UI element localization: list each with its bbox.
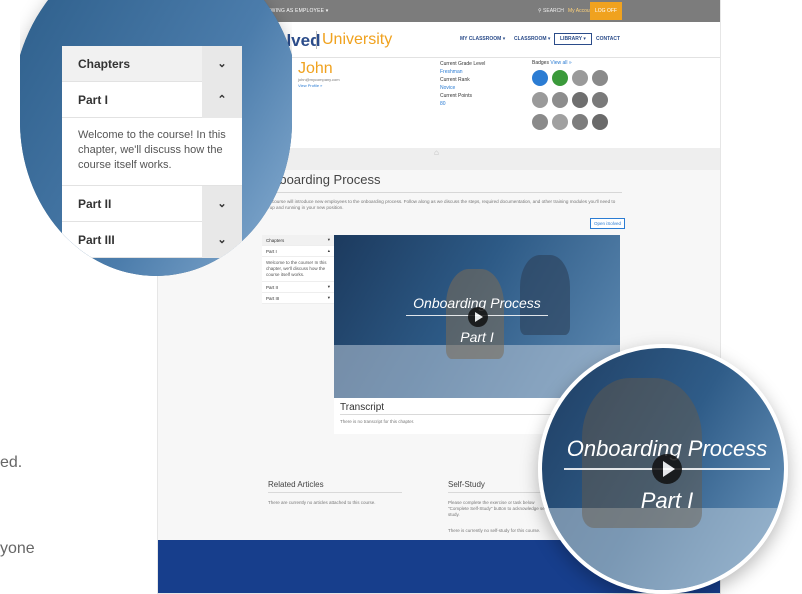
related-articles-text: There are currently no articles attached… <box>268 500 376 505</box>
chapters-label: Chapters <box>78 56 131 71</box>
chevron-down-icon[interactable]: ⌄ <box>202 45 242 82</box>
home-icon[interactable]: ⌂ <box>434 148 439 157</box>
grade-label: Current Grade Level <box>440 61 486 67</box>
points-value: 80 <box>440 101 446 107</box>
chevron-down-icon[interactable]: ⌄ <box>202 185 242 222</box>
related-articles-heading: Related Articles <box>268 480 324 489</box>
video-title-line2: Part I <box>460 329 494 345</box>
points-label: Current Points <box>440 93 472 99</box>
chapters-magnifier: Chapters ⌄ Part I ⌃ Welcome to the cours… <box>20 0 292 276</box>
grade-value: Freshman <box>440 69 463 75</box>
rank-value: Novice <box>440 85 456 91</box>
chapter-label: Part I <box>78 92 109 107</box>
rank-label: Current Rank <box>440 77 470 83</box>
video-title-line2: Part I <box>640 488 694 513</box>
badge-icon[interactable] <box>572 92 588 108</box>
view-profile-link[interactable]: View Profile » <box>298 83 322 88</box>
side-text-fragment: yone <box>0 540 35 557</box>
chapter-description: Welcome to the course! In this chapter, … <box>62 118 242 186</box>
badge-icon[interactable] <box>592 92 608 108</box>
badge-icon[interactable] <box>592 114 608 130</box>
nav-my-classroom[interactable]: MY CLASSROOM ▾ <box>460 36 505 42</box>
self-study-heading: Self-Study <box>448 480 485 489</box>
video-player[interactable]: Onboarding Process Part I <box>334 235 620 398</box>
chapter-label: Part III <box>266 295 280 301</box>
badges-label: Badges <box>532 60 549 66</box>
user-email: john@mycompany.com <box>298 77 340 82</box>
badges-view-all-link[interactable]: View all » <box>550 60 571 66</box>
chevron-up-icon[interactable]: ⌃ <box>202 81 242 118</box>
chapter-part3[interactable]: Part III ▾ <box>262 293 334 304</box>
badge-icon[interactable] <box>572 70 588 86</box>
badge-icon[interactable] <box>592 70 608 86</box>
log-off-button[interactable]: LOG OFF <box>590 2 622 20</box>
badge-icon[interactable] <box>532 92 548 108</box>
badge-icon[interactable] <box>552 70 568 86</box>
play-icon[interactable] <box>652 454 682 484</box>
chevron-down-icon[interactable]: ⌄ <box>202 221 242 258</box>
chapter-label: Part II <box>78 196 112 211</box>
chevron-down-icon: ▾ <box>327 237 330 242</box>
self-study-none: There is currently no self-study for thi… <box>448 528 541 533</box>
nav-library[interactable]: LIBRARY ▾ <box>554 33 592 45</box>
chapter-part1[interactable]: Part I ⌃ <box>62 81 242 118</box>
transcript-text: There is no transcript for this chapter. <box>340 419 415 424</box>
chapter-part3[interactable]: Part III ⌄ <box>62 221 242 258</box>
side-text-fragment: ed. <box>0 454 23 471</box>
badge-icon[interactable] <box>532 114 548 130</box>
search-link[interactable]: ⚲ SEARCH <box>538 8 564 14</box>
chapter-list: Chapters ⌄ Part I ⌃ Welcome to the cours… <box>62 45 242 258</box>
grade-info: Current Grade Level Freshman Current Ran… <box>440 60 485 108</box>
university-wordmark: University <box>322 31 393 48</box>
transcript-heading: Transcript <box>340 402 385 413</box>
badge-icon[interactable] <box>552 114 568 130</box>
badges-heading: Badges View all » <box>532 60 572 66</box>
chapters-header[interactable]: Chapters ⌄ <box>62 45 242 82</box>
chapter-label: Part II <box>266 284 279 290</box>
magnifier-lens: Chapters ⌄ Part I ⌃ Welcome to the cours… <box>20 0 292 276</box>
course-description: This course will introduce new employees… <box>262 199 616 210</box>
open-isolved-button[interactable]: Open iSolved <box>590 218 626 229</box>
video-magnifier[interactable]: Onboarding Process Part I <box>538 344 788 594</box>
title-rule <box>262 192 622 193</box>
badge-icon[interactable] <box>552 92 568 108</box>
play-icon[interactable] <box>468 307 488 327</box>
chevron-down-icon: ▾ <box>327 284 330 289</box>
badge-icon[interactable] <box>572 114 588 130</box>
nav-classroom[interactable]: CLASSROOM ▾ <box>514 36 550 42</box>
chapter-part2[interactable]: Part II ▾ <box>262 282 334 293</box>
chevron-up-icon: ▴ <box>327 248 330 253</box>
chapter-label: Part III <box>78 232 115 247</box>
logo-divider <box>316 31 317 49</box>
user-name: John <box>298 60 333 77</box>
badge-icon[interactable] <box>532 70 548 86</box>
chapter-part2[interactable]: Part II ⌄ <box>62 185 242 222</box>
nav-contact[interactable]: CONTACT <box>596 36 620 42</box>
related-rule <box>268 492 402 493</box>
chevron-down-icon: ▾ <box>327 295 330 300</box>
self-study-text: Please complete the exercise or task bel… <box>448 500 549 517</box>
